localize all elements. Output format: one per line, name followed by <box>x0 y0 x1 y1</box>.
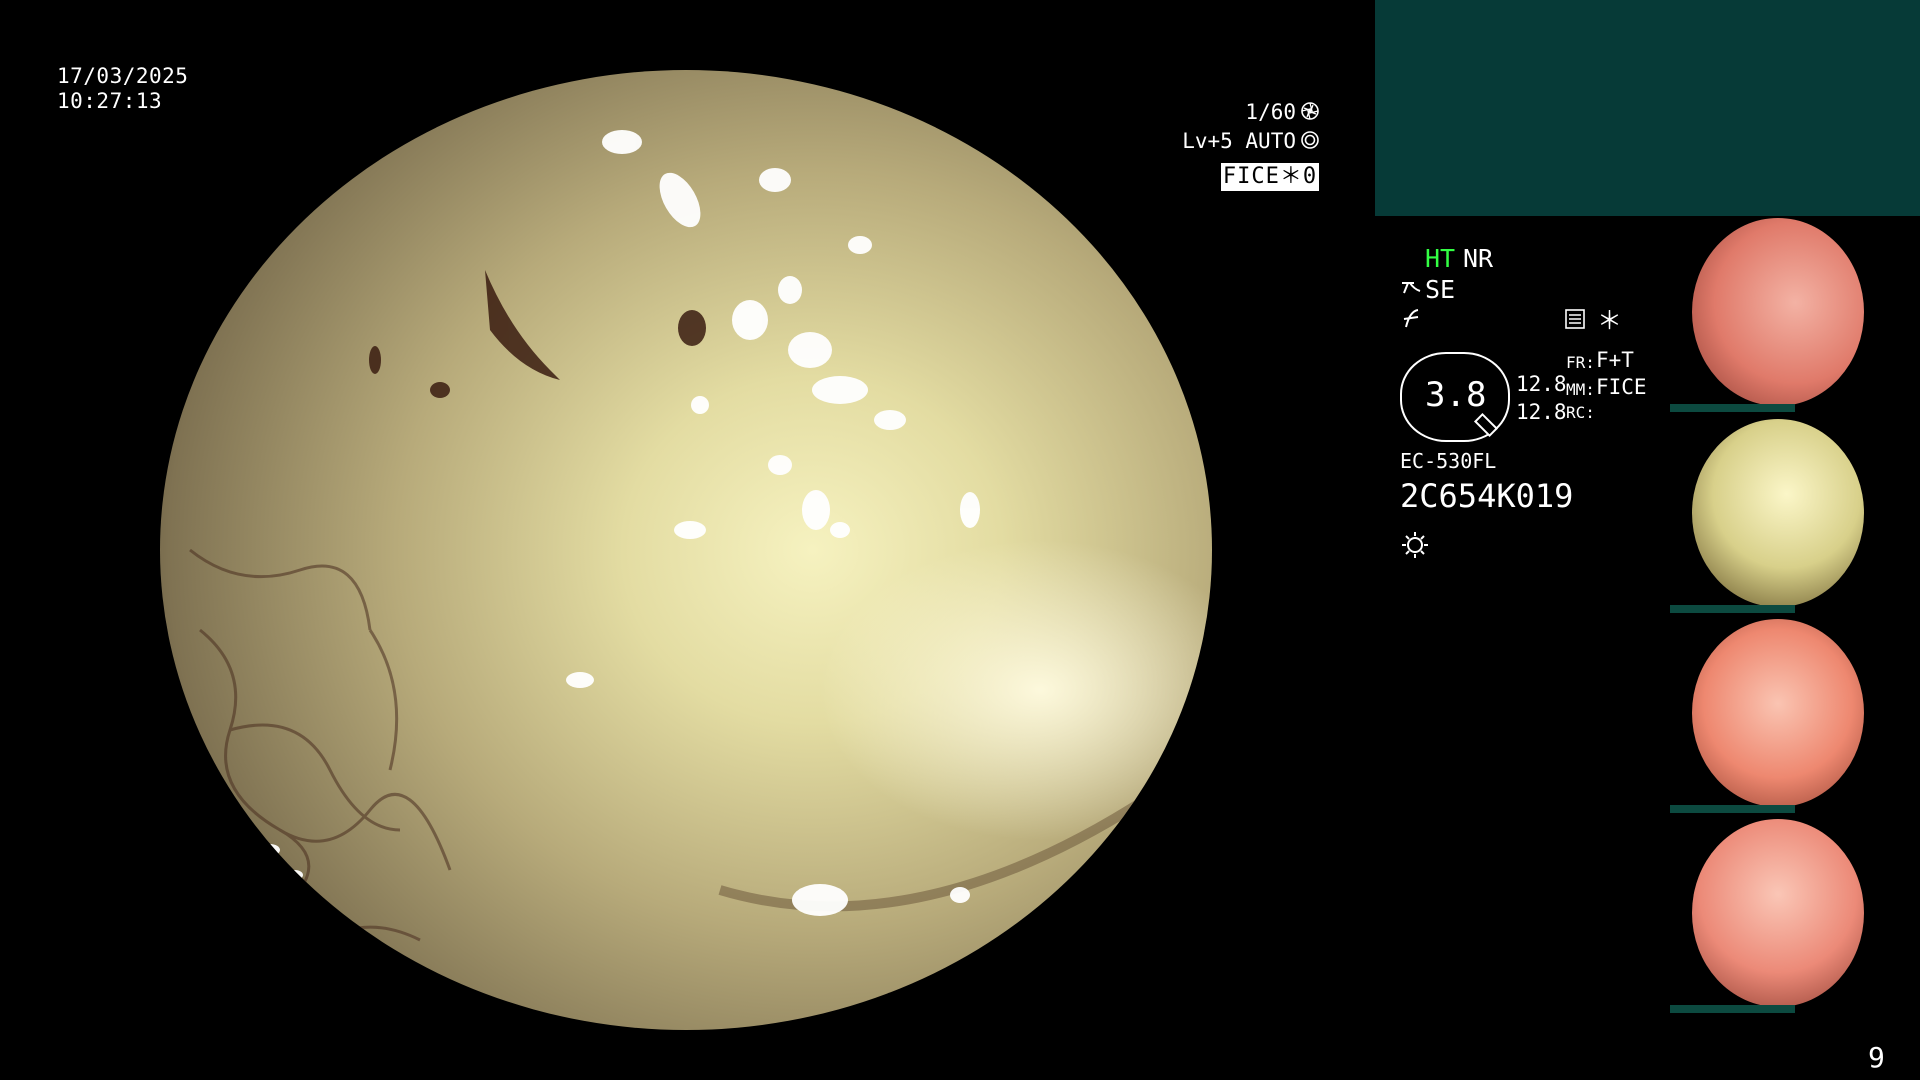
mm-label: MM: <box>1566 380 1595 399</box>
time-text: 10:27:13 <box>57 89 163 113</box>
rc-label: RC: <box>1566 403 1595 422</box>
ht-indicator: HT <box>1425 244 1456 273</box>
scope-model: EC-530FL <box>1400 449 1497 473</box>
aperture-icon <box>1301 102 1319 120</box>
page-number: 9 <box>1868 1041 1885 1074</box>
info-panel-header <box>1375 0 1920 216</box>
thumbnail-1[interactable] <box>1670 216 1920 416</box>
level-mode: Lv+5 AUTO <box>1182 129 1296 153</box>
value-top: 12.8 <box>1516 372 1567 396</box>
record-list-icon <box>1564 308 1586 330</box>
thumbnail-bar <box>1670 1005 1795 1013</box>
auto-iris-icon <box>1301 131 1319 149</box>
endoscope-image <box>160 70 1212 1030</box>
thumbnail-bar <box>1670 605 1795 613</box>
value-bottom: 12.8 <box>1516 400 1567 424</box>
thumbnail-bar <box>1670 805 1795 813</box>
nr-indicator: NR <box>1463 244 1494 273</box>
thumbnail-4[interactable] <box>1670 817 1920 1017</box>
shutter-speed: 1/60 <box>1245 100 1296 124</box>
fr-value: F+T <box>1596 348 1634 372</box>
se-indicator: SE <box>1425 275 1456 304</box>
fice-mode-badge: FICE＊0 <box>1221 163 1319 191</box>
thumbnail-2[interactable] <box>1670 417 1920 617</box>
zoom-value: 3.8 <box>1425 375 1487 415</box>
zoom-lens-icon <box>1470 410 1500 440</box>
light-source-icon <box>1400 530 1430 560</box>
structure-enhance-icon <box>1400 277 1426 299</box>
scope-serial: 2C654K019 <box>1400 477 1574 515</box>
mm-value: FICE <box>1596 375 1647 399</box>
thumbnail-3[interactable] <box>1670 617 1920 817</box>
date-text: 17/03/2025 <box>57 64 189 88</box>
fr-label: FR: <box>1566 353 1595 372</box>
thumbnail-bar <box>1670 404 1795 412</box>
asterisk-mark: ＊ <box>1597 306 1623 335</box>
freeze-off-icon <box>1402 307 1422 329</box>
